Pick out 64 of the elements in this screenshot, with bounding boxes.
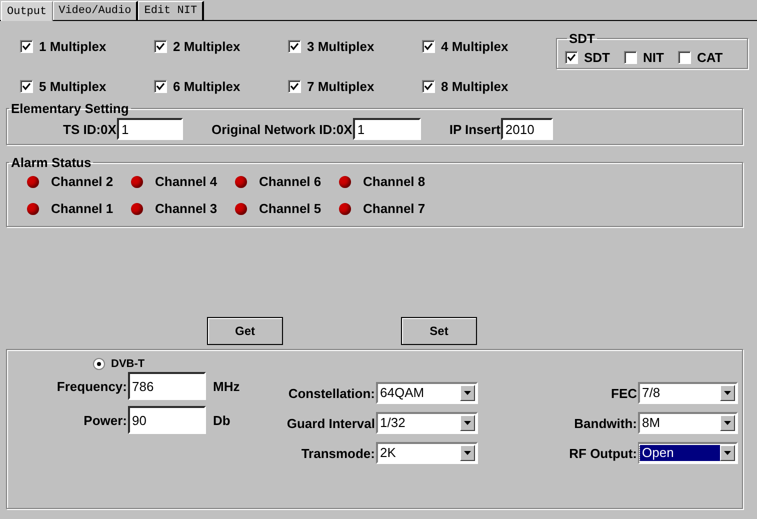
dropdown[interactable]: 64QAM (376, 382, 478, 404)
field-label: TS ID:0X (63, 122, 116, 136)
channel-label: Channel 7 (363, 201, 426, 216)
input-field[interactable]: 1 (353, 118, 422, 140)
checkbox-label: 6 Multiplex (173, 78, 240, 94)
checkbox[interactable] (154, 40, 167, 52)
checkbox[interactable] (20, 40, 33, 52)
channel-label: Channel 3 (155, 201, 218, 216)
checkbox-label: 1 Multiplex (39, 38, 106, 54)
dropdown[interactable]: 8M (638, 412, 738, 434)
group-title: Alarm Status (10, 155, 92, 170)
checkbox-label: SDT (584, 50, 610, 64)
checkbox-label: 3 Multiplex (307, 38, 374, 54)
checkbox-label: 7 Multiplex (307, 78, 374, 94)
checkbox[interactable] (678, 50, 691, 64)
checkbox[interactable] (154, 80, 167, 92)
checkbox[interactable] (288, 80, 301, 92)
channel-label: Channel 2 (51, 174, 114, 189)
channel-label: Channel 8 (363, 174, 426, 189)
tab[interactable]: Edit NIT (138, 1, 204, 20)
dropdown[interactable]: 2K (376, 442, 478, 464)
input-field[interactable]: 2010 (501, 118, 554, 140)
dropdown[interactable]: 7/8 (638, 382, 738, 404)
checkbox[interactable] (20, 80, 33, 92)
input-field[interactable]: 1 (117, 118, 184, 140)
channel-label: Channel 4 (155, 174, 218, 189)
field-label: Original Network ID:0X (211, 122, 352, 136)
action-button[interactable]: Set (401, 317, 477, 345)
tab[interactable]: Output (1, 1, 53, 21)
field-label: Bandwith: (574, 416, 637, 430)
tab[interactable]: Video/Audio (52, 1, 138, 20)
group-title: SDT (568, 31, 596, 46)
input-field[interactable]: 786 (128, 372, 206, 400)
radio-label: DVB-T (111, 358, 145, 370)
field-label: Constellation: (288, 386, 375, 400)
dropdown[interactable]: 1/32 (376, 412, 478, 434)
field-label: Power: (82, 412, 127, 428)
radio-button[interactable] (93, 358, 105, 370)
field-label: Guard Interval (286, 416, 375, 430)
field-label: Frequency: (56, 378, 127, 394)
group-title: Elementary Setting (10, 101, 130, 116)
checkbox-label: 8 Multiplex (441, 78, 508, 94)
checkbox[interactable] (624, 50, 637, 64)
input-field[interactable]: 90 (128, 406, 206, 434)
channel-label: Channel 6 (259, 174, 322, 189)
channel-label: Channel 1 (51, 201, 114, 216)
checkbox[interactable] (565, 50, 578, 64)
checkbox-label: 2 Multiplex (173, 38, 240, 54)
checkbox-label: 5 Multiplex (39, 78, 106, 94)
channel-label: Channel 5 (259, 201, 322, 216)
checkbox-label: NIT (643, 50, 664, 64)
field-label: IP Insert (449, 122, 500, 136)
checkbox-label: CAT (696, 50, 723, 64)
unit-label: Db (213, 412, 230, 428)
action-button[interactable]: Get (207, 317, 283, 345)
dropdown[interactable]: Open (638, 442, 738, 464)
unit-label: MHz (213, 378, 240, 394)
checkbox[interactable] (422, 40, 435, 52)
field-label: Transmode: (301, 446, 375, 460)
checkbox[interactable] (422, 80, 435, 92)
checkbox-label: 4 Multiplex (441, 38, 508, 54)
field-label: RF Output: (569, 446, 637, 460)
checkbox[interactable] (288, 40, 301, 52)
field-label: FEC (611, 386, 637, 400)
